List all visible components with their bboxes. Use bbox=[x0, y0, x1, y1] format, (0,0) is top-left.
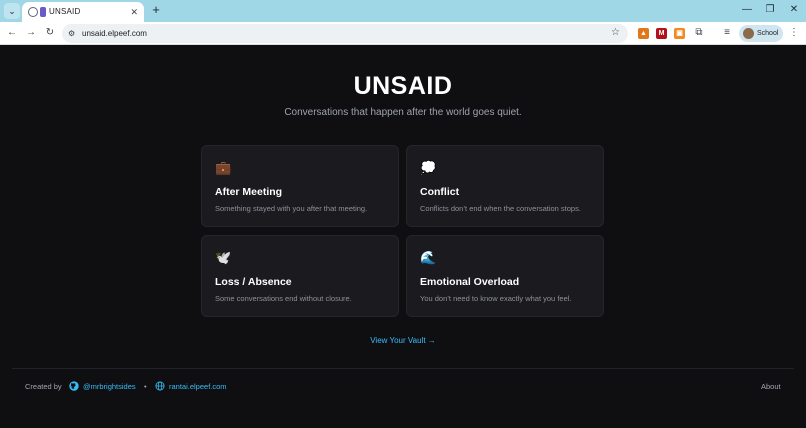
briefcase-icon: 💼 bbox=[215, 160, 232, 175]
forward-button[interactable]: → bbox=[24, 26, 38, 40]
thought-bubble-icon: 💭 bbox=[420, 160, 437, 175]
card-description: Conflicts don’t end when the conversatio… bbox=[420, 204, 581, 213]
site-link[interactable]: rantai.elpeef.com bbox=[169, 381, 227, 392]
avatar bbox=[743, 28, 754, 39]
card-description: Some conversations end without closure. bbox=[215, 294, 352, 303]
minimize-button[interactable]: — bbox=[740, 3, 754, 17]
bookmark-star-icon[interactable]: ☆ bbox=[611, 27, 620, 39]
tab-close-icon[interactable]: ✕ bbox=[130, 5, 138, 19]
metamask-extension-icon[interactable]: ▲ bbox=[638, 28, 649, 39]
profile-label: School bbox=[757, 30, 779, 37]
footer-separator: • bbox=[144, 382, 147, 391]
created-by-label: Created by bbox=[25, 382, 62, 391]
card-description: Something stayed with you after that mee… bbox=[215, 204, 368, 213]
browser-tab[interactable]: UNSAID ✕ bbox=[22, 2, 144, 22]
tab-loading-icon bbox=[28, 7, 38, 17]
card-title: Loss / Absence bbox=[215, 276, 292, 288]
globe-icon bbox=[155, 381, 165, 391]
back-button[interactable]: ← bbox=[5, 26, 19, 40]
extension-orange-icon[interactable]: ▣ bbox=[674, 28, 685, 39]
page-tagline: Conversations that happen after the worl… bbox=[284, 107, 522, 118]
restore-button[interactable]: ❐ bbox=[763, 3, 777, 17]
card-emotional-overload[interactable]: 🌊 Emotional Overload You don’t need to k… bbox=[406, 235, 604, 317]
new-tab-button[interactable]: + bbox=[148, 2, 164, 18]
view-vault-link[interactable]: View Your Vault → bbox=[0, 335, 806, 346]
site-favicon-icon bbox=[40, 7, 46, 17]
extension-m-icon[interactable]: M bbox=[656, 28, 667, 39]
card-title: Emotional Overload bbox=[420, 276, 520, 288]
browser-menu-icon[interactable]: ⋮ bbox=[787, 26, 801, 40]
tab-title: UNSAID bbox=[49, 7, 81, 16]
extensions-puzzle-icon[interactable]: ⧉ bbox=[692, 26, 706, 40]
card-title: After Meeting bbox=[215, 186, 283, 198]
card-after-meeting[interactable]: 💼 After Meeting Something stayed with yo… bbox=[201, 145, 399, 227]
profile-button[interactable]: School bbox=[739, 25, 783, 42]
page-title: UNSAID bbox=[353, 72, 453, 100]
window-close-button[interactable]: ✕ bbox=[787, 3, 801, 17]
browser-tabstrip: ⌄ UNSAID ✕ + — ❐ ✕ bbox=[0, 0, 806, 22]
page-content: UNSAID Conversations that happen after t… bbox=[0, 46, 806, 428]
site-info-icon[interactable]: ⚙ bbox=[68, 28, 75, 39]
reading-list-icon[interactable]: ≡ bbox=[720, 26, 734, 40]
card-loss-absence[interactable]: 🕊️ Loss / Absence Some conversations end… bbox=[201, 235, 399, 317]
url-text[interactable]: unsaid.elpeef.com bbox=[82, 28, 147, 39]
address-bar[interactable]: ⚙ unsaid.elpeef.com ☆ bbox=[62, 24, 628, 43]
card-conflict[interactable]: 💭 Conflict Conflicts don’t end when the … bbox=[406, 145, 604, 227]
github-link[interactable]: @mrbrightsides bbox=[83, 381, 136, 392]
reload-button[interactable]: ↻ bbox=[43, 26, 57, 40]
browser-toolbar: ← → ↻ ⚙ unsaid.elpeef.com ☆ ▲ M ▣ ⧉ ≡ Sc… bbox=[0, 22, 806, 45]
about-link[interactable]: About bbox=[761, 381, 781, 392]
tab-search-icon[interactable]: ⌄ bbox=[4, 3, 20, 19]
footer-divider bbox=[12, 368, 794, 369]
card-description: You don’t need to know exactly what you … bbox=[420, 294, 572, 303]
wave-icon: 🌊 bbox=[420, 250, 437, 265]
github-icon bbox=[69, 381, 79, 391]
dove-icon: 🕊️ bbox=[215, 250, 232, 265]
card-title: Conflict bbox=[420, 186, 460, 198]
